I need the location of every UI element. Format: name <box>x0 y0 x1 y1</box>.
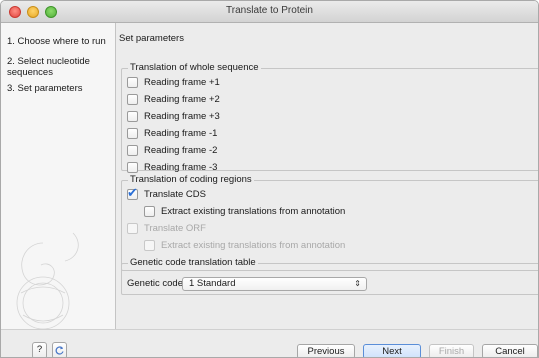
translate-orf-label: Translate ORF <box>144 223 206 234</box>
whole-sequence-group: Translation of whole sequence Reading fr… <box>121 62 538 174</box>
check-icon: ✔ <box>127 185 138 200</box>
reading-frame-minus3-row[interactable]: Reading frame -3 <box>127 161 217 174</box>
translate-to-protein-dialog: Translate to Protein 1. Choose where to … <box>0 0 539 358</box>
extract-orf-translations-label: Extract existing translations from annot… <box>161 240 346 251</box>
translate-orf-checkbox <box>127 223 138 234</box>
reading-frame-plus1-row[interactable]: Reading frame +1 <box>127 76 220 89</box>
reading-frame-plus2-row[interactable]: Reading frame +2 <box>127 93 220 106</box>
extract-cds-translations-row[interactable]: Extract existing translations from annot… <box>144 205 345 218</box>
reading-frame-minus2-label: Reading frame -2 <box>144 145 218 156</box>
reading-frame-plus3-checkbox[interactable] <box>127 111 138 122</box>
reading-frame-plus1-label: Reading frame +1 <box>144 77 220 88</box>
finish-button: Finish <box>429 344 474 357</box>
title-bar: Translate to Protein <box>1 1 538 23</box>
genetic-code-group-title: Genetic code translation table <box>128 257 258 269</box>
page-title: Set parameters <box>119 33 184 44</box>
reset-button[interactable] <box>52 342 67 357</box>
reset-icon <box>55 346 64 355</box>
reading-frame-minus3-label: Reading frame -3 <box>144 162 218 173</box>
step-choose-where-to-run[interactable]: 1. Choose where to run <box>7 36 115 47</box>
reading-frame-minus1-row[interactable]: Reading frame -1 <box>127 127 217 140</box>
reading-frame-plus2-label: Reading frame +2 <box>144 94 220 105</box>
genetic-code-group: Genetic code translation table Genetic c… <box>121 257 538 295</box>
reading-frame-minus1-checkbox[interactable] <box>127 128 138 139</box>
translate-orf-row: Translate ORF <box>127 222 206 235</box>
previous-button[interactable]: Previous <box>297 344 355 357</box>
step-set-parameters[interactable]: 3. Set parameters <box>7 83 115 94</box>
coding-regions-group-title: Translation of coding regions <box>128 174 254 186</box>
reading-frame-minus2-checkbox[interactable] <box>127 145 138 156</box>
genetic-code-value: 1 Standard <box>189 278 236 289</box>
help-button[interactable]: ? <box>32 342 47 357</box>
reading-frame-minus3-checkbox[interactable] <box>127 162 138 173</box>
dialog-footer: ? Previous Next Finish Cancel <box>1 329 538 357</box>
reading-frame-plus1-checkbox[interactable] <box>127 77 138 88</box>
translate-cds-label: Translate CDS <box>144 189 206 200</box>
reading-frame-plus3-label: Reading frame +3 <box>144 111 220 122</box>
updown-arrows-icon: ⇕ <box>354 279 361 288</box>
wizard-steps-sidebar: 1. Choose where to run 2. Select nucleot… <box>1 23 116 329</box>
window-title: Translate to Protein <box>226 5 313 16</box>
genetic-code-label: Genetic code <box>127 278 183 289</box>
watermark-swirl-logo <box>16 232 79 329</box>
reading-frame-plus3-row[interactable]: Reading frame +3 <box>127 110 220 123</box>
reading-frame-plus2-checkbox[interactable] <box>127 94 138 105</box>
extract-cds-translations-label: Extract existing translations from annot… <box>161 206 346 217</box>
whole-sequence-group-title: Translation of whole sequence <box>128 62 261 74</box>
reading-frame-minus1-label: Reading frame -1 <box>144 128 218 139</box>
extract-orf-translations-row: Extract existing translations from annot… <box>144 239 345 252</box>
genetic-code-select[interactable]: 1 Standard ⇕ <box>182 277 367 291</box>
parameters-panel: Set parameters Translation of whole sequ… <box>117 23 538 329</box>
extract-orf-translations-checkbox <box>144 240 155 251</box>
reading-frame-minus2-row[interactable]: Reading frame -2 <box>127 144 217 157</box>
next-button[interactable]: Next <box>363 344 421 357</box>
help-icon: ? <box>36 344 43 355</box>
extract-cds-translations-checkbox[interactable] <box>144 206 155 217</box>
cancel-button[interactable]: Cancel <box>482 344 538 357</box>
translate-cds-checkbox[interactable]: ✔ <box>127 185 138 200</box>
step-select-sequences[interactable]: 2. Select nucleotide sequences <box>7 56 107 78</box>
translate-cds-row[interactable]: ✔ Translate CDS <box>127 185 206 201</box>
